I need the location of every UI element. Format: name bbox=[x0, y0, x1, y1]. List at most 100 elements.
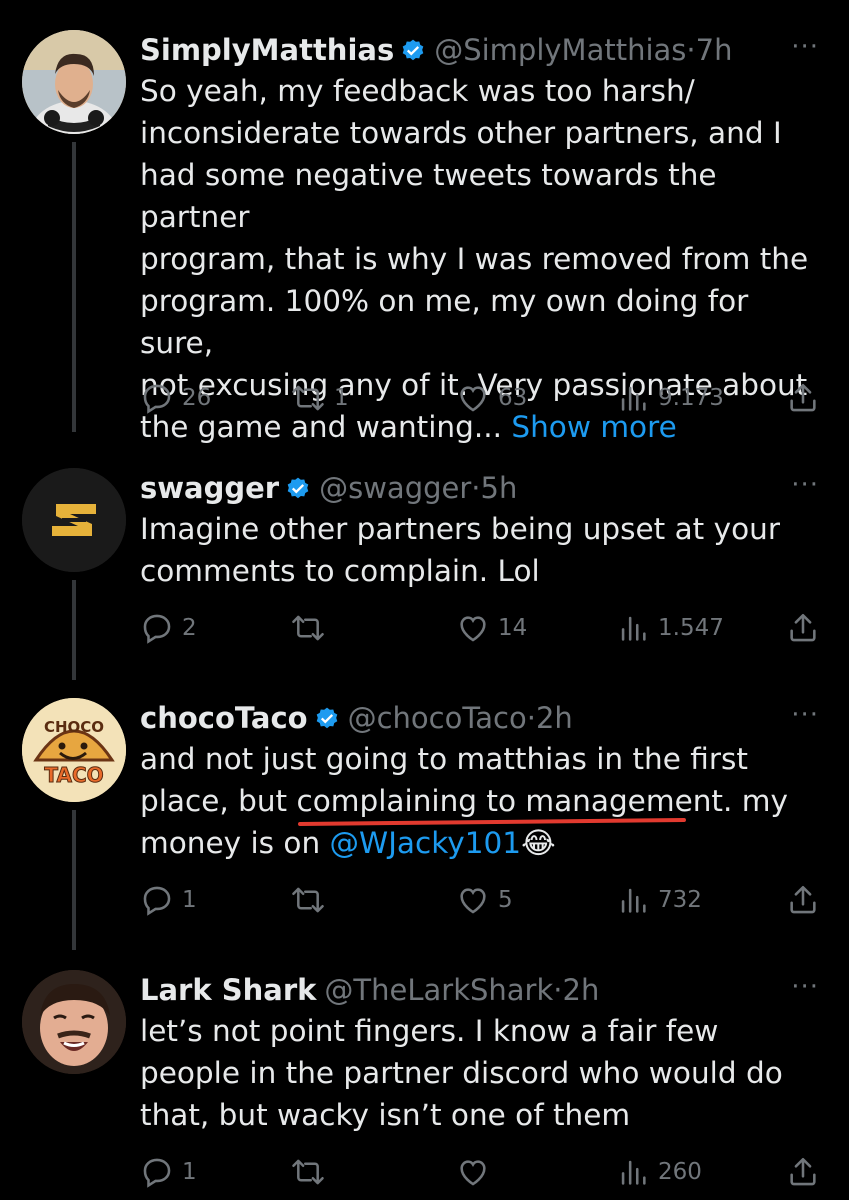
reply-icon bbox=[143, 614, 171, 644]
heart-icon bbox=[460, 1160, 486, 1186]
more-options-icon[interactable]: ··· bbox=[791, 470, 819, 500]
like-button[interactable]: 63 bbox=[456, 378, 527, 418]
tweet-chocotaco[interactable]: CHOCO TACO chocoTaco @chocoTaco·2h ··· an… bbox=[0, 698, 849, 950]
avatar-text-top: CHOCO bbox=[44, 718, 104, 736]
tweet-text: and not just going to matthias in the fi… bbox=[140, 738, 830, 864]
more-options-icon[interactable]: ··· bbox=[791, 700, 819, 730]
text-line: program. 100% on me, my own doing for su… bbox=[140, 284, 749, 360]
timestamp[interactable]: 5h bbox=[481, 471, 518, 505]
views-button[interactable]: 9.173 bbox=[616, 378, 724, 418]
verified-badge-icon bbox=[285, 472, 311, 512]
view-count: 1.547 bbox=[658, 615, 724, 641]
user-handle[interactable]: @chocoTaco bbox=[348, 701, 527, 735]
tweet-text: let’s not point fingers. I know a fair f… bbox=[140, 1010, 830, 1136]
reply-icon bbox=[143, 384, 171, 414]
text-line: that, but wacky isn’t one of them bbox=[140, 1098, 631, 1132]
share-icon bbox=[790, 613, 816, 642]
text-line: inconsiderate towards other partners, an… bbox=[140, 116, 782, 150]
retweet-button[interactable] bbox=[290, 880, 334, 920]
reply-button[interactable]: 1 bbox=[140, 880, 197, 920]
reply-count: 26 bbox=[182, 385, 212, 411]
share-icon bbox=[790, 383, 816, 412]
thread-line bbox=[72, 580, 76, 680]
view-count: 260 bbox=[658, 1159, 702, 1185]
share-button[interactable] bbox=[786, 880, 828, 920]
views-button[interactable]: 260 bbox=[616, 1152, 702, 1192]
analytics-icon bbox=[621, 386, 646, 411]
heart-icon bbox=[460, 386, 486, 412]
share-button[interactable] bbox=[786, 1152, 828, 1192]
text-line: had some negative tweets towards the par… bbox=[140, 158, 717, 234]
reply-count: 1 bbox=[182, 1159, 197, 1185]
tweet-larkshark[interactable]: Lark Shark @TheLarkShark·2h ··· let’s not… bbox=[0, 970, 849, 1200]
display-name[interactable]: SimplyMatthias bbox=[140, 33, 394, 67]
separator-dot: · bbox=[553, 973, 563, 1007]
reply-icon bbox=[143, 886, 171, 916]
mention-link[interactable]: @WJacky101 bbox=[330, 826, 521, 860]
views-button[interactable]: 1.547 bbox=[616, 608, 724, 648]
more-options-icon[interactable]: ··· bbox=[791, 972, 819, 1002]
retweet-icon bbox=[292, 887, 324, 913]
like-button[interactable]: 14 bbox=[456, 608, 527, 648]
analytics-icon bbox=[621, 888, 646, 913]
timestamp[interactable]: 2h bbox=[563, 973, 600, 1007]
tweet-swagger[interactable]: swagger @swagger·5h ··· Imagine other par… bbox=[0, 468, 849, 680]
chocotaco-logo-icon: CHOCO TACO bbox=[22, 698, 126, 802]
action-bar: 26 1 63 9.173 bbox=[140, 378, 830, 418]
retweet-button[interactable] bbox=[290, 1152, 334, 1192]
text-line: So yeah, my feedback was too harsh/ bbox=[140, 74, 695, 108]
reply-count: 1 bbox=[182, 887, 197, 913]
text-line: let’s not point fingers. I know a fair f… bbox=[140, 1014, 719, 1048]
verified-badge-icon bbox=[400, 34, 426, 74]
view-count: 9.173 bbox=[658, 385, 724, 411]
text-line: Imagine other partners being upset at yo… bbox=[140, 512, 780, 546]
like-count: 14 bbox=[498, 615, 528, 641]
swagger-logo-icon bbox=[22, 468, 126, 572]
views-button[interactable]: 732 bbox=[616, 880, 702, 920]
user-handle[interactable]: @SimplyMatthias bbox=[434, 33, 686, 67]
text-fragment: money is on bbox=[140, 826, 321, 860]
retweet-button[interactable]: 1 bbox=[290, 378, 349, 418]
user-handle[interactable]: @swagger bbox=[319, 471, 471, 505]
like-count: 5 bbox=[498, 887, 513, 913]
reply-button[interactable]: 1 bbox=[140, 1152, 197, 1192]
tweet-header: swagger @swagger·5h bbox=[140, 468, 759, 512]
separator-dot: · bbox=[471, 471, 481, 505]
avatar-text-bottom: TACO bbox=[44, 763, 103, 787]
avatar[interactable] bbox=[22, 468, 126, 572]
display-name[interactable]: swagger bbox=[140, 471, 279, 505]
reply-button[interactable]: 26 bbox=[140, 378, 211, 418]
share-button[interactable] bbox=[786, 608, 828, 648]
timestamp[interactable]: 7h bbox=[696, 33, 733, 67]
heart-icon bbox=[460, 616, 486, 642]
display-name[interactable]: chocoTaco bbox=[140, 701, 308, 735]
share-button[interactable] bbox=[786, 378, 828, 418]
like-button[interactable] bbox=[456, 1152, 498, 1192]
text-line: comments to complain. Lol bbox=[140, 554, 540, 588]
avatar-image bbox=[22, 30, 126, 134]
view-count: 732 bbox=[658, 887, 702, 913]
avatar[interactable] bbox=[22, 30, 126, 134]
like-count: 63 bbox=[498, 385, 528, 411]
like-button[interactable]: 5 bbox=[456, 880, 513, 920]
reply-button[interactable]: 2 bbox=[140, 608, 197, 648]
tweet-simplymatthias[interactable]: SimplyMatthias @SimplyMatthias·7h ··· So … bbox=[0, 30, 849, 444]
thread-line bbox=[72, 810, 76, 950]
text-line: program, that is why I was removed from … bbox=[140, 242, 809, 276]
retweet-button[interactable] bbox=[290, 608, 334, 648]
more-options-icon[interactable]: ··· bbox=[791, 32, 819, 62]
separator-dot: · bbox=[526, 701, 536, 735]
action-bar: 1 260 bbox=[140, 1152, 830, 1192]
avatar[interactable] bbox=[22, 970, 126, 1074]
verified-badge-icon bbox=[314, 702, 340, 742]
display-name[interactable]: Lark Shark bbox=[140, 973, 316, 1007]
user-handle[interactable]: @TheLarkShark bbox=[324, 973, 553, 1007]
analytics-icon bbox=[621, 1160, 646, 1185]
thread-line bbox=[72, 142, 76, 432]
reply-count: 2 bbox=[182, 615, 197, 641]
action-bar: 1 5 732 bbox=[140, 880, 830, 920]
text-line: money is on @WJacky101😂 bbox=[140, 822, 830, 864]
tweet-header: Lark Shark @TheLarkShark·2h bbox=[140, 970, 759, 1010]
avatar[interactable]: CHOCO TACO bbox=[22, 698, 126, 802]
timestamp[interactable]: 2h bbox=[536, 701, 573, 735]
